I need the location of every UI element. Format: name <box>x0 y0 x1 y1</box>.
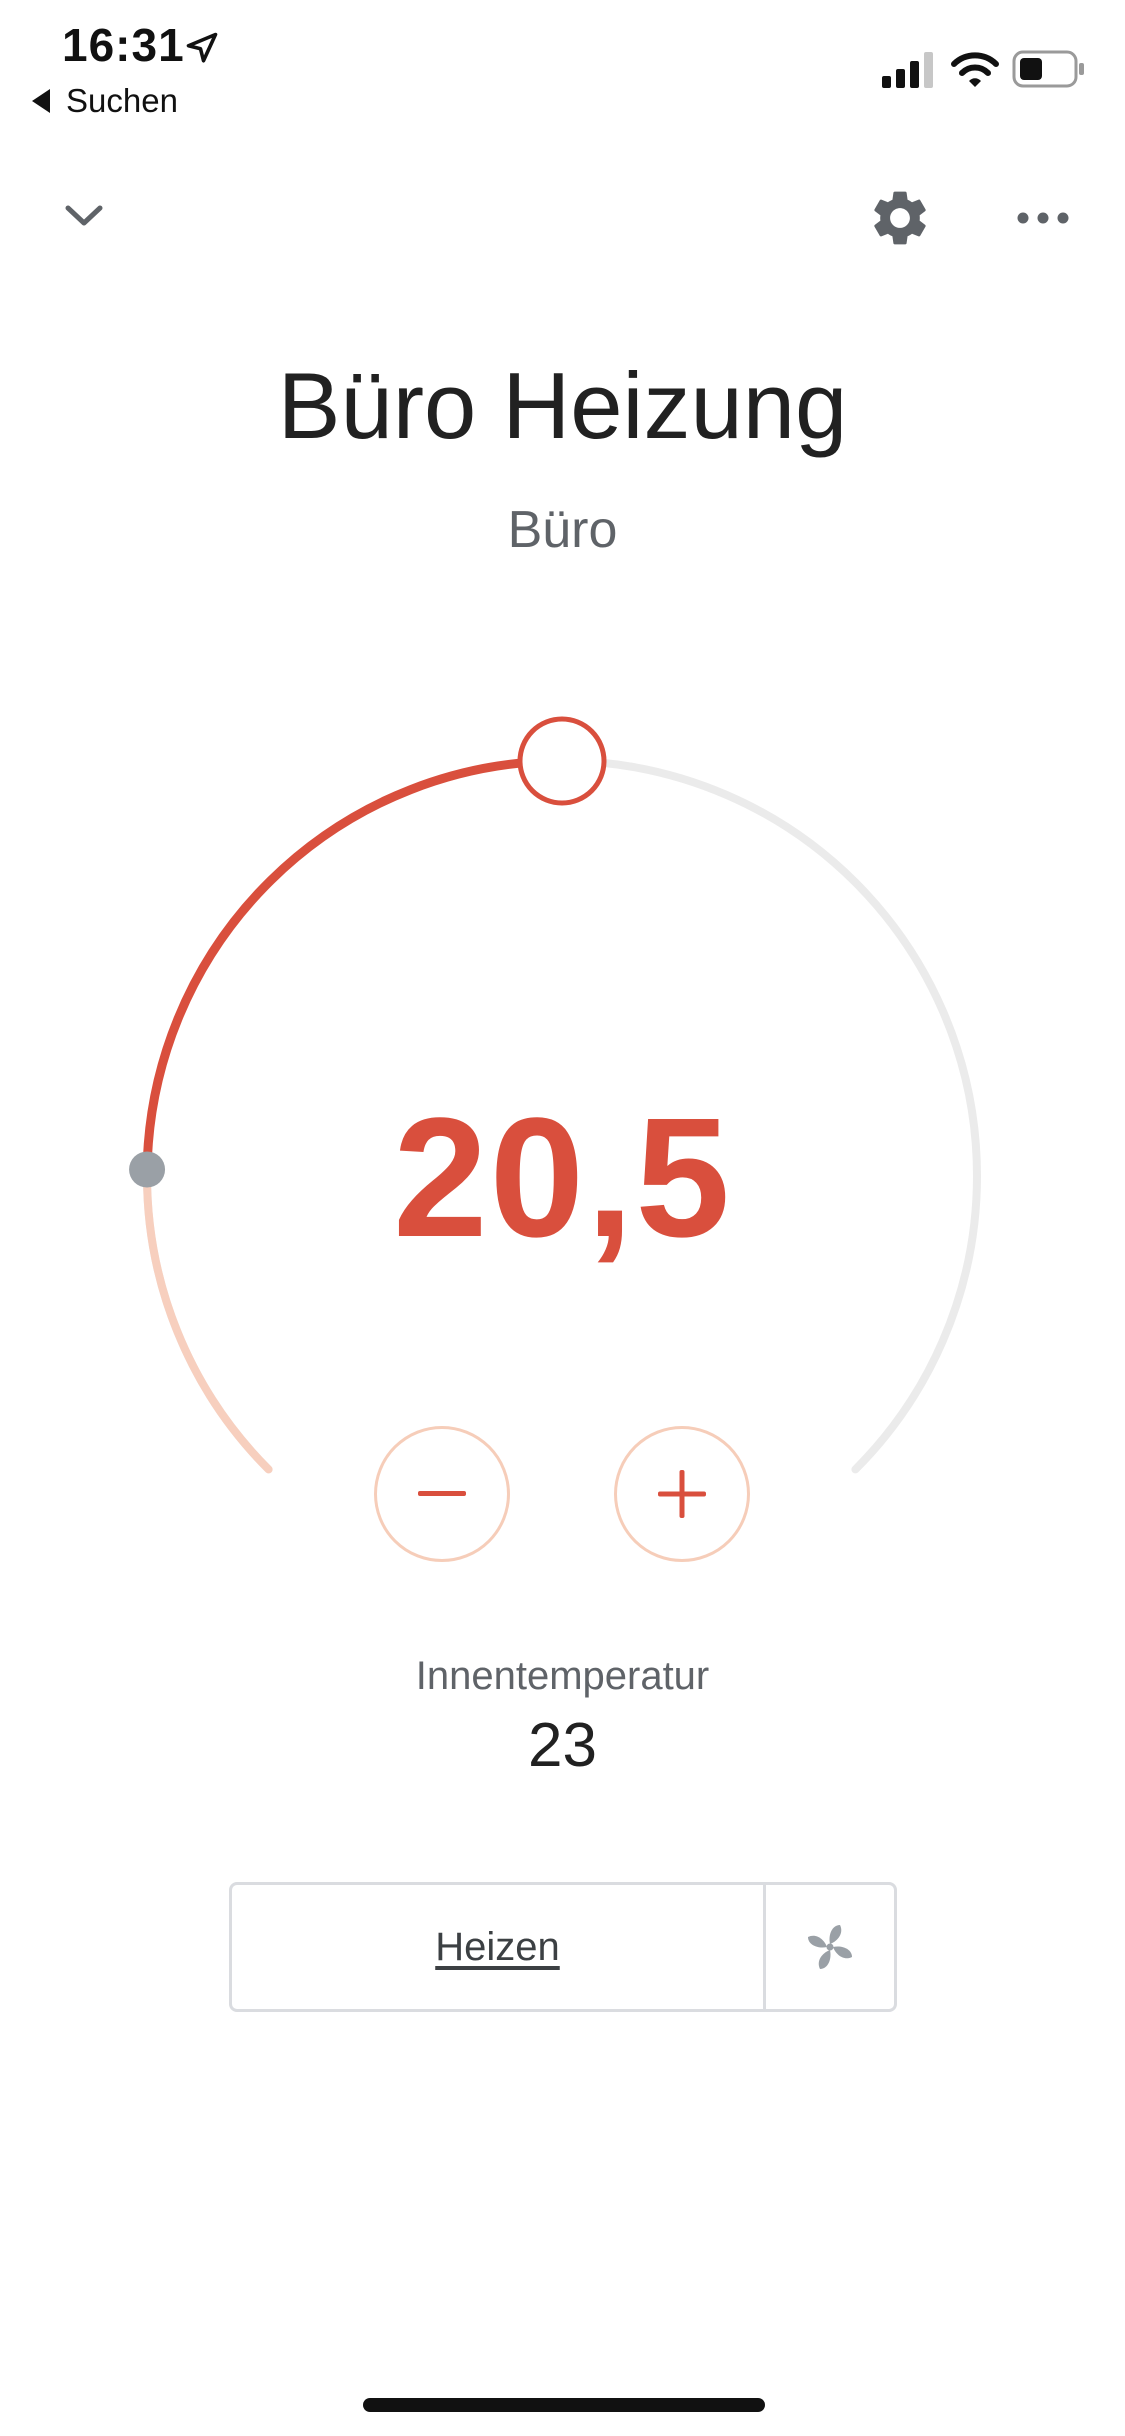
chevron-down-icon <box>65 205 103 226</box>
gear-icon <box>874 191 926 245</box>
minus-icon <box>418 1491 466 1496</box>
setpoint-handle[interactable] <box>517 716 607 806</box>
room-subtitle: Büro <box>507 501 618 559</box>
decrease-temperature-button[interactable] <box>374 1426 510 1562</box>
mode-heat-button[interactable]: Heizen <box>232 1885 763 2009</box>
increase-temperature-button[interactable] <box>614 1426 750 1562</box>
mode-control: Heizen <box>229 1882 897 2012</box>
back-triangle-icon <box>32 89 50 113</box>
indoor-temperature-value: 23 <box>528 1711 597 1780</box>
wifi-icon <box>951 52 999 87</box>
status-time: 16:31 <box>62 19 185 71</box>
back-to-search-link[interactable]: Suchen <box>32 82 178 120</box>
plus-icon <box>658 1470 706 1518</box>
location-arrow-icon <box>186 32 218 63</box>
indoor-temperature-label: Innentemperatur <box>415 1654 710 1698</box>
more-icon <box>1017 212 1069 224</box>
setpoint-value: 20,5 <box>393 1083 732 1273</box>
device-title: Büro Heizung <box>277 353 848 458</box>
thermostat-screen: 16:31 Suchen Büro Heizung Büro 20,5 Inne… <box>0 0 1125 2436</box>
settings-button[interactable] <box>862 180 938 256</box>
more-options-button[interactable] <box>1008 196 1078 240</box>
fan-icon <box>808 1925 852 1969</box>
fan-button[interactable] <box>763 1885 894 2009</box>
collapse-button[interactable] <box>52 186 116 246</box>
signal-icon <box>882 52 933 88</box>
back-label: Suchen <box>66 82 178 119</box>
home-indicator <box>363 2398 765 2412</box>
battery-icon <box>1012 50 1084 88</box>
